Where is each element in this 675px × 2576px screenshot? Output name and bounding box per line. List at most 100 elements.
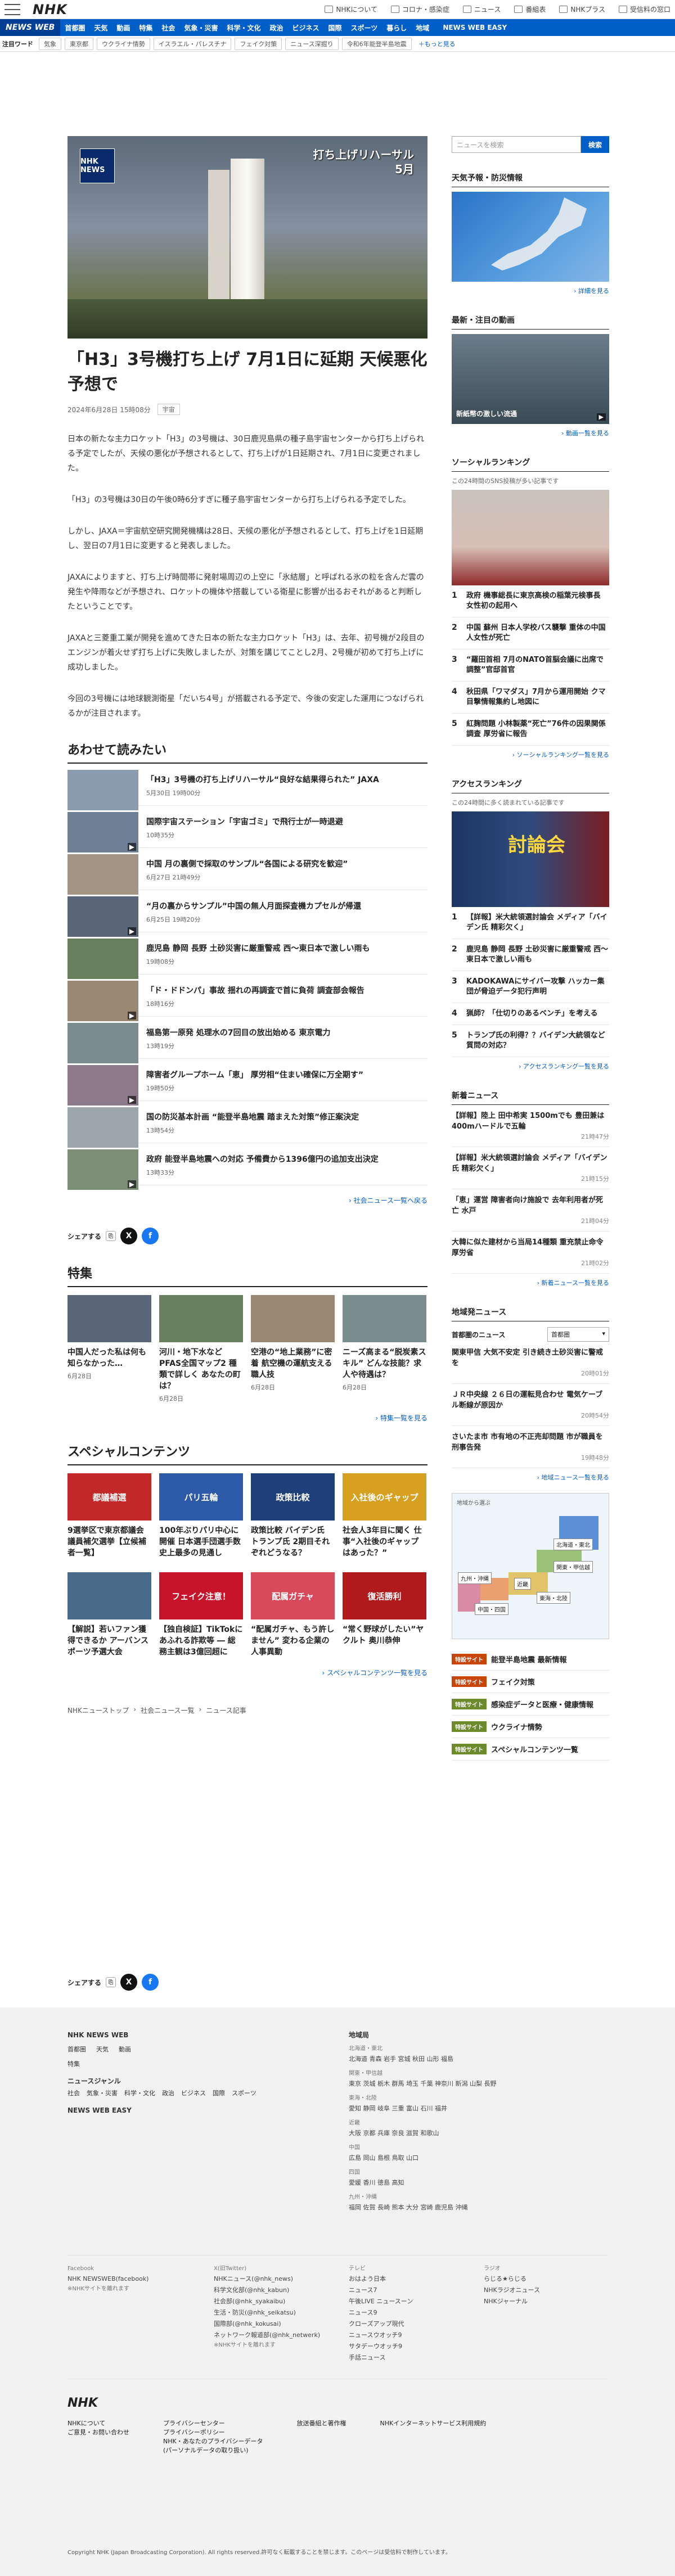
latest-more-link[interactable]: › 新着ニュース一覧を見る (452, 1278, 609, 1287)
banner-text[interactable]: 感染症データと医療・健康情報 (491, 1699, 593, 1709)
x-share-icon[interactable]: X (120, 1228, 138, 1244)
footer-region-list[interactable]: 大阪 京都 兵庫 奈良 滋賀 和歌山 (349, 2128, 608, 2139)
footer-sns-link[interactable]: 科学文化部(@nhk_kabun) (214, 2285, 338, 2296)
footer-sns-link[interactable]: NHKジャーナル (484, 2296, 608, 2307)
special-card[interactable]: 都議補選 9選挙区で東京都議会議員補欠選挙【立候補者一覧】 (68, 1473, 151, 1559)
access-ranking-image[interactable]: 討論会 (452, 811, 609, 907)
nav-item[interactable]: 特集 (134, 23, 157, 33)
ranking-item[interactable]: 4 秋田県「ワマダス」7月から運用開始 クマ目撃情報集約し地図に (452, 682, 609, 714)
top-link-schedule[interactable]: 番組表 (514, 4, 546, 14)
footer-region-list[interactable]: 愛媛 香川 徳島 高知 (349, 2177, 608, 2189)
nav-easy[interactable]: NEWS WEB EASY (438, 24, 511, 31)
social-ranking-image[interactable] (452, 490, 609, 585)
ranking-item[interactable]: 1 【詳報】米大統領選討論会 メディア「バイデン氏 精彩欠く」 (452, 907, 609, 939)
video-more-link[interactable]: › 動画一覧を見る (452, 428, 609, 437)
footer-region-list[interactable]: 東京 茨城 栃木 群馬 埼玉 千葉 神奈川 新潟 山梨 長野 (349, 2078, 608, 2090)
related-item[interactable]: 国の防災基本計画 “能登半島地震 踏まえた対策”修正案決定 13時54分 (68, 1101, 428, 1148)
related-item[interactable]: 国際宇宙ステーション「宇宙ゴミ」で飛行士が一時退避 10時35分 (68, 806, 428, 852)
news-title[interactable]: 大韓に似た建材から当局14種類 重充禁止命令 厚労省 (452, 1237, 609, 1258)
special-card[interactable]: 復活勝利 “常く野球がしたい”ヤクルト 奥川恭伸 (343, 1572, 426, 1658)
region-kinki[interactable]: 近畿 (514, 1578, 531, 1590)
top-link-plus[interactable]: NHKプラス (559, 4, 605, 14)
top-link-corona[interactable]: コロナ・感染症 (390, 4, 449, 14)
footer-sns-link[interactable]: サタデーウオッチ9 (349, 2341, 472, 2352)
news-title[interactable]: 【詳報】米大統領選討論会 メディア「バイデン氏 精彩欠く」 (452, 1153, 609, 1174)
footer-link[interactable]: プライバシーポリシー (163, 2428, 263, 2437)
special-site-banner[interactable]: 特設サイト 感染症データと医療・健康情報 (452, 1693, 609, 1716)
ranking-title[interactable]: 紅麹問題 小林製薬“死亡”76件の因果関係調査 厚労省に報告 (466, 719, 609, 739)
x-share-icon[interactable]: X (120, 1974, 138, 1991)
related-item[interactable]: 福島第一原発 処理水の7回目の放出始める 東京電力 13時19分 (68, 1017, 428, 1063)
news-item[interactable]: 「恵」運営 障害者向け施設で 去年利用者が死亡 水戸 21時04分 (452, 1189, 609, 1231)
banner-text[interactable]: ウクライナ情勢 (491, 1721, 542, 1732)
special-title[interactable]: 100年ぶりパリ中心に開催 日本選手団選手数 史上最多の見通し (159, 1525, 243, 1559)
footer-sns-link[interactable]: 社会部(@nhk_syakaibu) (214, 2296, 338, 2307)
footer-easy[interactable]: NEWS WEB EASY (68, 2105, 315, 2115)
facebook-share-icon[interactable]: f (142, 1974, 159, 1991)
related-title[interactable]: 鹿児島 静岡 長野 土砂災害に厳重警戒 西～東日本で激しい雨も (146, 943, 370, 955)
footer-sns-link[interactable]: 午後LIVE ニュースーン (349, 2296, 472, 2307)
facebook-share-icon[interactable]: f (142, 1228, 159, 1244)
social-more-link[interactable]: › ソーシャルランキング一覧を見る (452, 750, 609, 759)
tag[interactable]: ウクライナ情勢 (97, 37, 150, 50)
special-card[interactable]: 政策比較 政策比較 バイデン氏 トランプ氏 2期目それぞれどうなる？ (251, 1473, 335, 1559)
tag[interactable]: 令和6年能登半島地震 (341, 37, 412, 50)
footer-sns-link[interactable]: ニュース7 (349, 2285, 472, 2296)
tokushu-title[interactable]: 河川・地下水など PFAS全国マップ2 種類で詳しく あなたの町は？ (159, 1347, 243, 1392)
footer-sns-link[interactable]: NHKラジオニュース (484, 2285, 608, 2296)
menu-icon[interactable] (4, 3, 20, 15)
ranking-title[interactable]: 中国 蘇州 日本人学校バス襲撃 重体の中国人女性が死亡 (466, 623, 609, 643)
tag[interactable]: 気象 (39, 37, 61, 50)
related-item[interactable]: 中国 月の裏側で採取のサンプル“各国による研究を歓迎” 6月27日 21時49分 (68, 848, 428, 895)
weather-more-link[interactable]: › 詳細を見る (452, 286, 609, 295)
video-thumbnail[interactable]: 新紙幣の激しい流通 ▶ (452, 334, 609, 424)
special-title[interactable]: 【独自検証】TikTokにあふれる詐欺等 ― 総務主観は3億回超に (159, 1624, 243, 1658)
footer-link[interactable]: 特集 (68, 2059, 315, 2069)
news-item[interactable]: 関東甲信 大気不安定 引き続き土砂災害に警戒を 20時01分 (452, 1342, 609, 1384)
footer-sns-link[interactable]: NHKニュース(@nhk_news) (214, 2273, 338, 2285)
special-title[interactable]: 【解説】若いファン獲得できるか アーバンスポーツ予選大会 (68, 1624, 151, 1658)
region-hokkaido-tohoku[interactable]: 北海道・東北 (554, 1539, 593, 1550)
footer-link[interactable]: ビジネス (181, 2088, 206, 2099)
special-card[interactable]: パリ五輪 100年ぶりパリ中心に開催 日本選手団選手数 史上最多の見通し (159, 1473, 243, 1559)
related-title[interactable]: 中国 月の裏側で採取のサンプル“各国による研究を歓迎” (146, 859, 348, 870)
special-more-link[interactable]: › スペシャルコンテンツ一覧を見る (68, 1668, 428, 1677)
special-card[interactable]: 入社後のギャップ 社会人3年目に聞く 仕事“入社後のギャップはあった？” (343, 1473, 426, 1559)
footer-sns-link[interactable]: おはよう日本 (349, 2273, 472, 2285)
search-button[interactable]: 検索 (581, 136, 609, 153)
news-web-brand[interactable]: NEWS WEB (0, 19, 61, 36)
footer-link[interactable]: 国際 (213, 2088, 225, 2099)
ranking-item[interactable]: 5 紅麹問題 小林製薬“死亡”76件の因果関係調査 厚労省に報告 (452, 714, 609, 746)
footer-link[interactable]: 政治 (162, 2088, 174, 2099)
footer-sns-link[interactable]: ニュース9 (349, 2307, 472, 2318)
banner-text[interactable]: スペシャルコンテンツ一覧 (491, 1744, 578, 1754)
area-more-link[interactable]: › 地域ニュース一覧を見る (452, 1473, 609, 1482)
news-item[interactable]: ＪＲ中央線 ２６日の運転見合わせ 電気ケーブル断線が原因か 20時54分 (452, 1384, 609, 1426)
region-kyushu[interactable]: 九州・沖縄 (458, 1572, 492, 1584)
footer-sns-link[interactable]: ニュースウオッチ9 (349, 2330, 472, 2341)
related-item[interactable]: 鹿児島 静岡 長野 土砂災害に厳重警戒 西～東日本で激しい雨も 19時08分 (68, 932, 428, 979)
tokushu-card[interactable]: ニーズ高まる“脱炭素スキル” どんな技能？求人や待遇は？ 6月28日 (343, 1295, 426, 1403)
footer-newsweb-title[interactable]: NHK NEWS WEB (68, 2030, 315, 2040)
footer-link[interactable]: 放送番組と著作権 (297, 2419, 346, 2455)
footer-link[interactable]: ご意見・お問い合わせ (68, 2428, 129, 2437)
tag[interactable]: フェイク対策 (235, 37, 282, 50)
tag[interactable]: イスラエル・パレスチナ (153, 37, 232, 50)
nhk-logo[interactable]: NHK (33, 2, 68, 17)
special-title[interactable]: “常く野球がしたい”ヤクルト 奥川恭伸 (343, 1624, 426, 1646)
news-item[interactable]: 【詳報】陸上 田中希実 1500mでも 豊田兼は400mハードルで五輪 21時47… (452, 1105, 609, 1147)
footer-link[interactable]: NHKインターネットサービス利用規約 (380, 2419, 487, 2455)
footer-sns-link[interactable]: クローズアップ現代 (349, 2318, 472, 2330)
related-title[interactable]: 国際宇宙ステーション「宇宙ゴミ」で飛行士が一時退避 (146, 816, 343, 828)
tokushu-card[interactable]: 空港の“地上業務”に密着 航空機の運航支える職人技 6月28日 (251, 1295, 335, 1403)
footer-link[interactable]: プライバシーセンター (163, 2419, 263, 2428)
footer-sns-link[interactable]: 手話ニュース (349, 2352, 472, 2363)
nav-item[interactable]: 首都圏 (60, 23, 89, 33)
footer-link[interactable]: 気象・災害 (87, 2088, 118, 2099)
special-site-banner[interactable]: 特設サイト フェイク対策 (452, 1671, 609, 1693)
ranking-title[interactable]: 秋田県「ワマダス」7月から運用開始 クマ目撃情報集約し地図に (466, 687, 609, 707)
related-title[interactable]: 「ド・ドドンパ」事故 揺れの再調査で首に負荷 調査部会報告 (146, 985, 364, 997)
news-title[interactable]: さいたま市 市有地の不正売却問題 市が職員を刑事告発 (452, 1432, 609, 1453)
special-card[interactable]: 【解説】若いファン獲得できるか アーバンスポーツ予選大会 (68, 1572, 151, 1658)
special-title[interactable]: 9選挙区で東京都議会議員補欠選挙【立候補者一覧】 (68, 1525, 151, 1559)
